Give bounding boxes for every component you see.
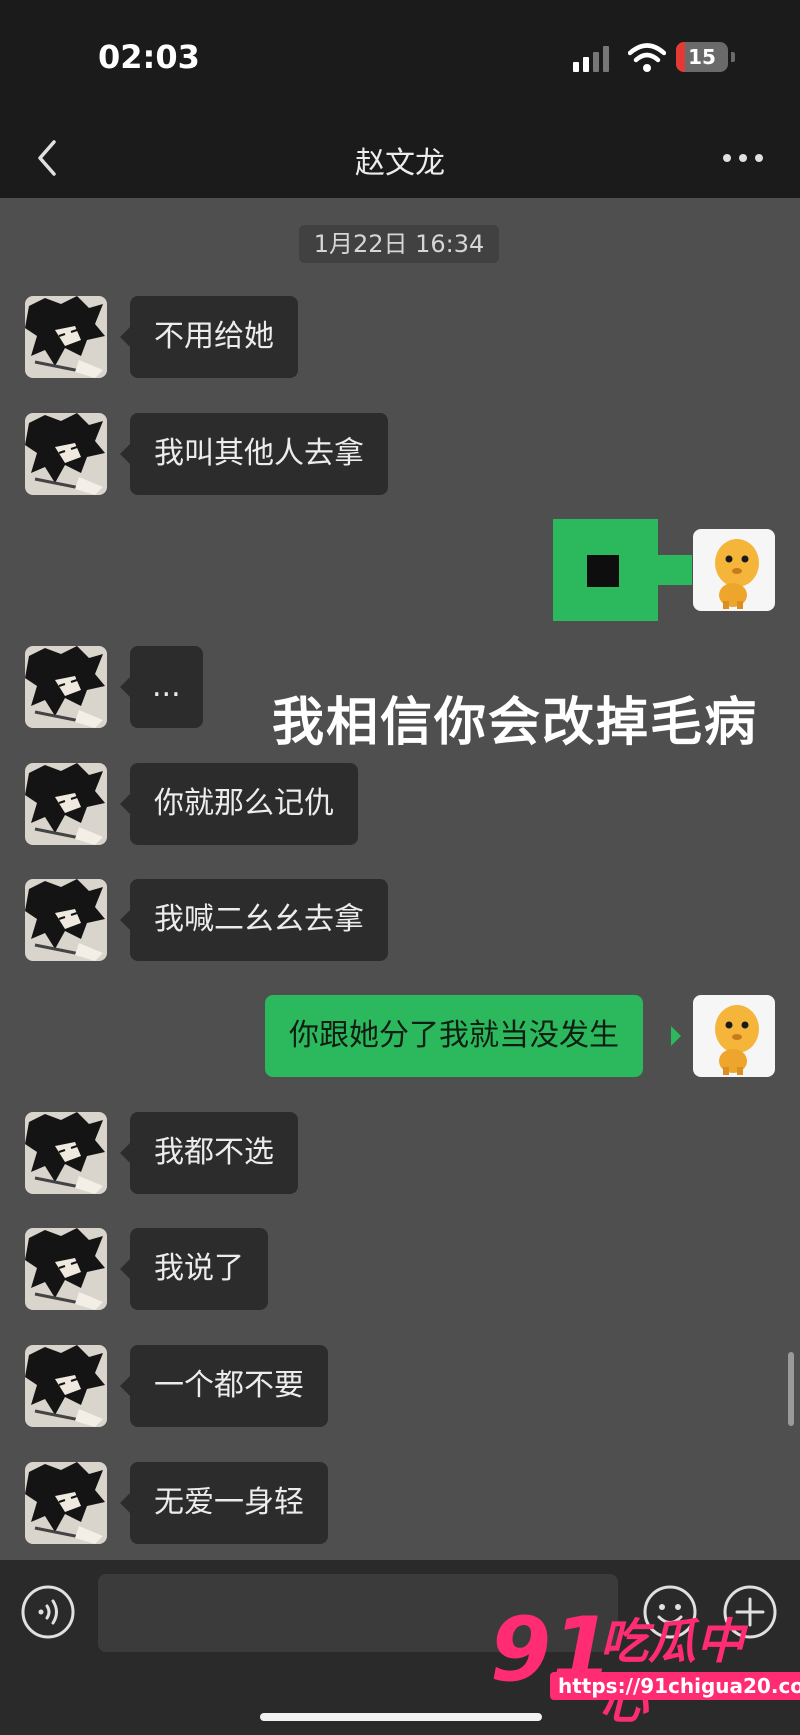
battery-level: 15: [688, 45, 716, 69]
voice-icon[interactable]: [20, 1584, 76, 1640]
status-time: 02:03: [98, 38, 200, 76]
wifi-icon: [628, 43, 666, 72]
more-dots-icon[interactable]: [718, 146, 768, 170]
avatar[interactable]: [25, 1462, 107, 1544]
message-bubble[interactable]: 我说了: [130, 1228, 268, 1310]
watermark-url: https://91chigua20.com: [550, 1672, 800, 1700]
message-bubble[interactable]: 我都不选: [130, 1112, 298, 1194]
avatar[interactable]: [693, 529, 775, 611]
message-bubble[interactable]: 一个都不要: [130, 1345, 328, 1427]
message-bubble[interactable]: 我叫其他人去拿: [130, 413, 388, 495]
avatar[interactable]: [25, 1345, 107, 1427]
chat-header: 赵文龙: [0, 118, 800, 198]
avatar[interactable]: [693, 995, 775, 1077]
overlay-caption: 我相信你会改掉毛病: [272, 693, 759, 753]
avatar[interactable]: [25, 1228, 107, 1310]
message-bubble[interactable]: 我喊二幺幺去拿: [130, 879, 388, 961]
message-bubble[interactable]: 你跟她分了我就当没发生: [265, 995, 643, 1077]
message-bubble[interactable]: ...: [130, 646, 203, 728]
avatar[interactable]: [25, 879, 107, 961]
status-bar: 02:03 15: [0, 0, 800, 118]
chat-title: 赵文龙: [355, 146, 445, 181]
message-bubble[interactable]: 你就那么记仇: [130, 763, 358, 845]
avatar[interactable]: [25, 296, 107, 378]
message-bubble[interactable]: 无爱一身轻: [130, 1462, 328, 1544]
avatar[interactable]: [25, 413, 107, 495]
battery-icon: 15: [676, 42, 728, 72]
message-bubble[interactable]: 不用给她: [130, 296, 298, 378]
scroll-indicator[interactable]: [788, 1352, 794, 1426]
home-indicator: [260, 1713, 542, 1721]
avatar[interactable]: [25, 646, 107, 728]
message-timestamp: 1月22日 16:34: [299, 225, 499, 263]
avatar[interactable]: [25, 763, 107, 845]
cellular-signal-icon: [573, 46, 613, 72]
image-message[interactable]: [553, 519, 658, 621]
avatar[interactable]: [25, 1112, 107, 1194]
watermark: 91 吃瓜中心 https://91chigua20.com: [490, 1600, 800, 1730]
